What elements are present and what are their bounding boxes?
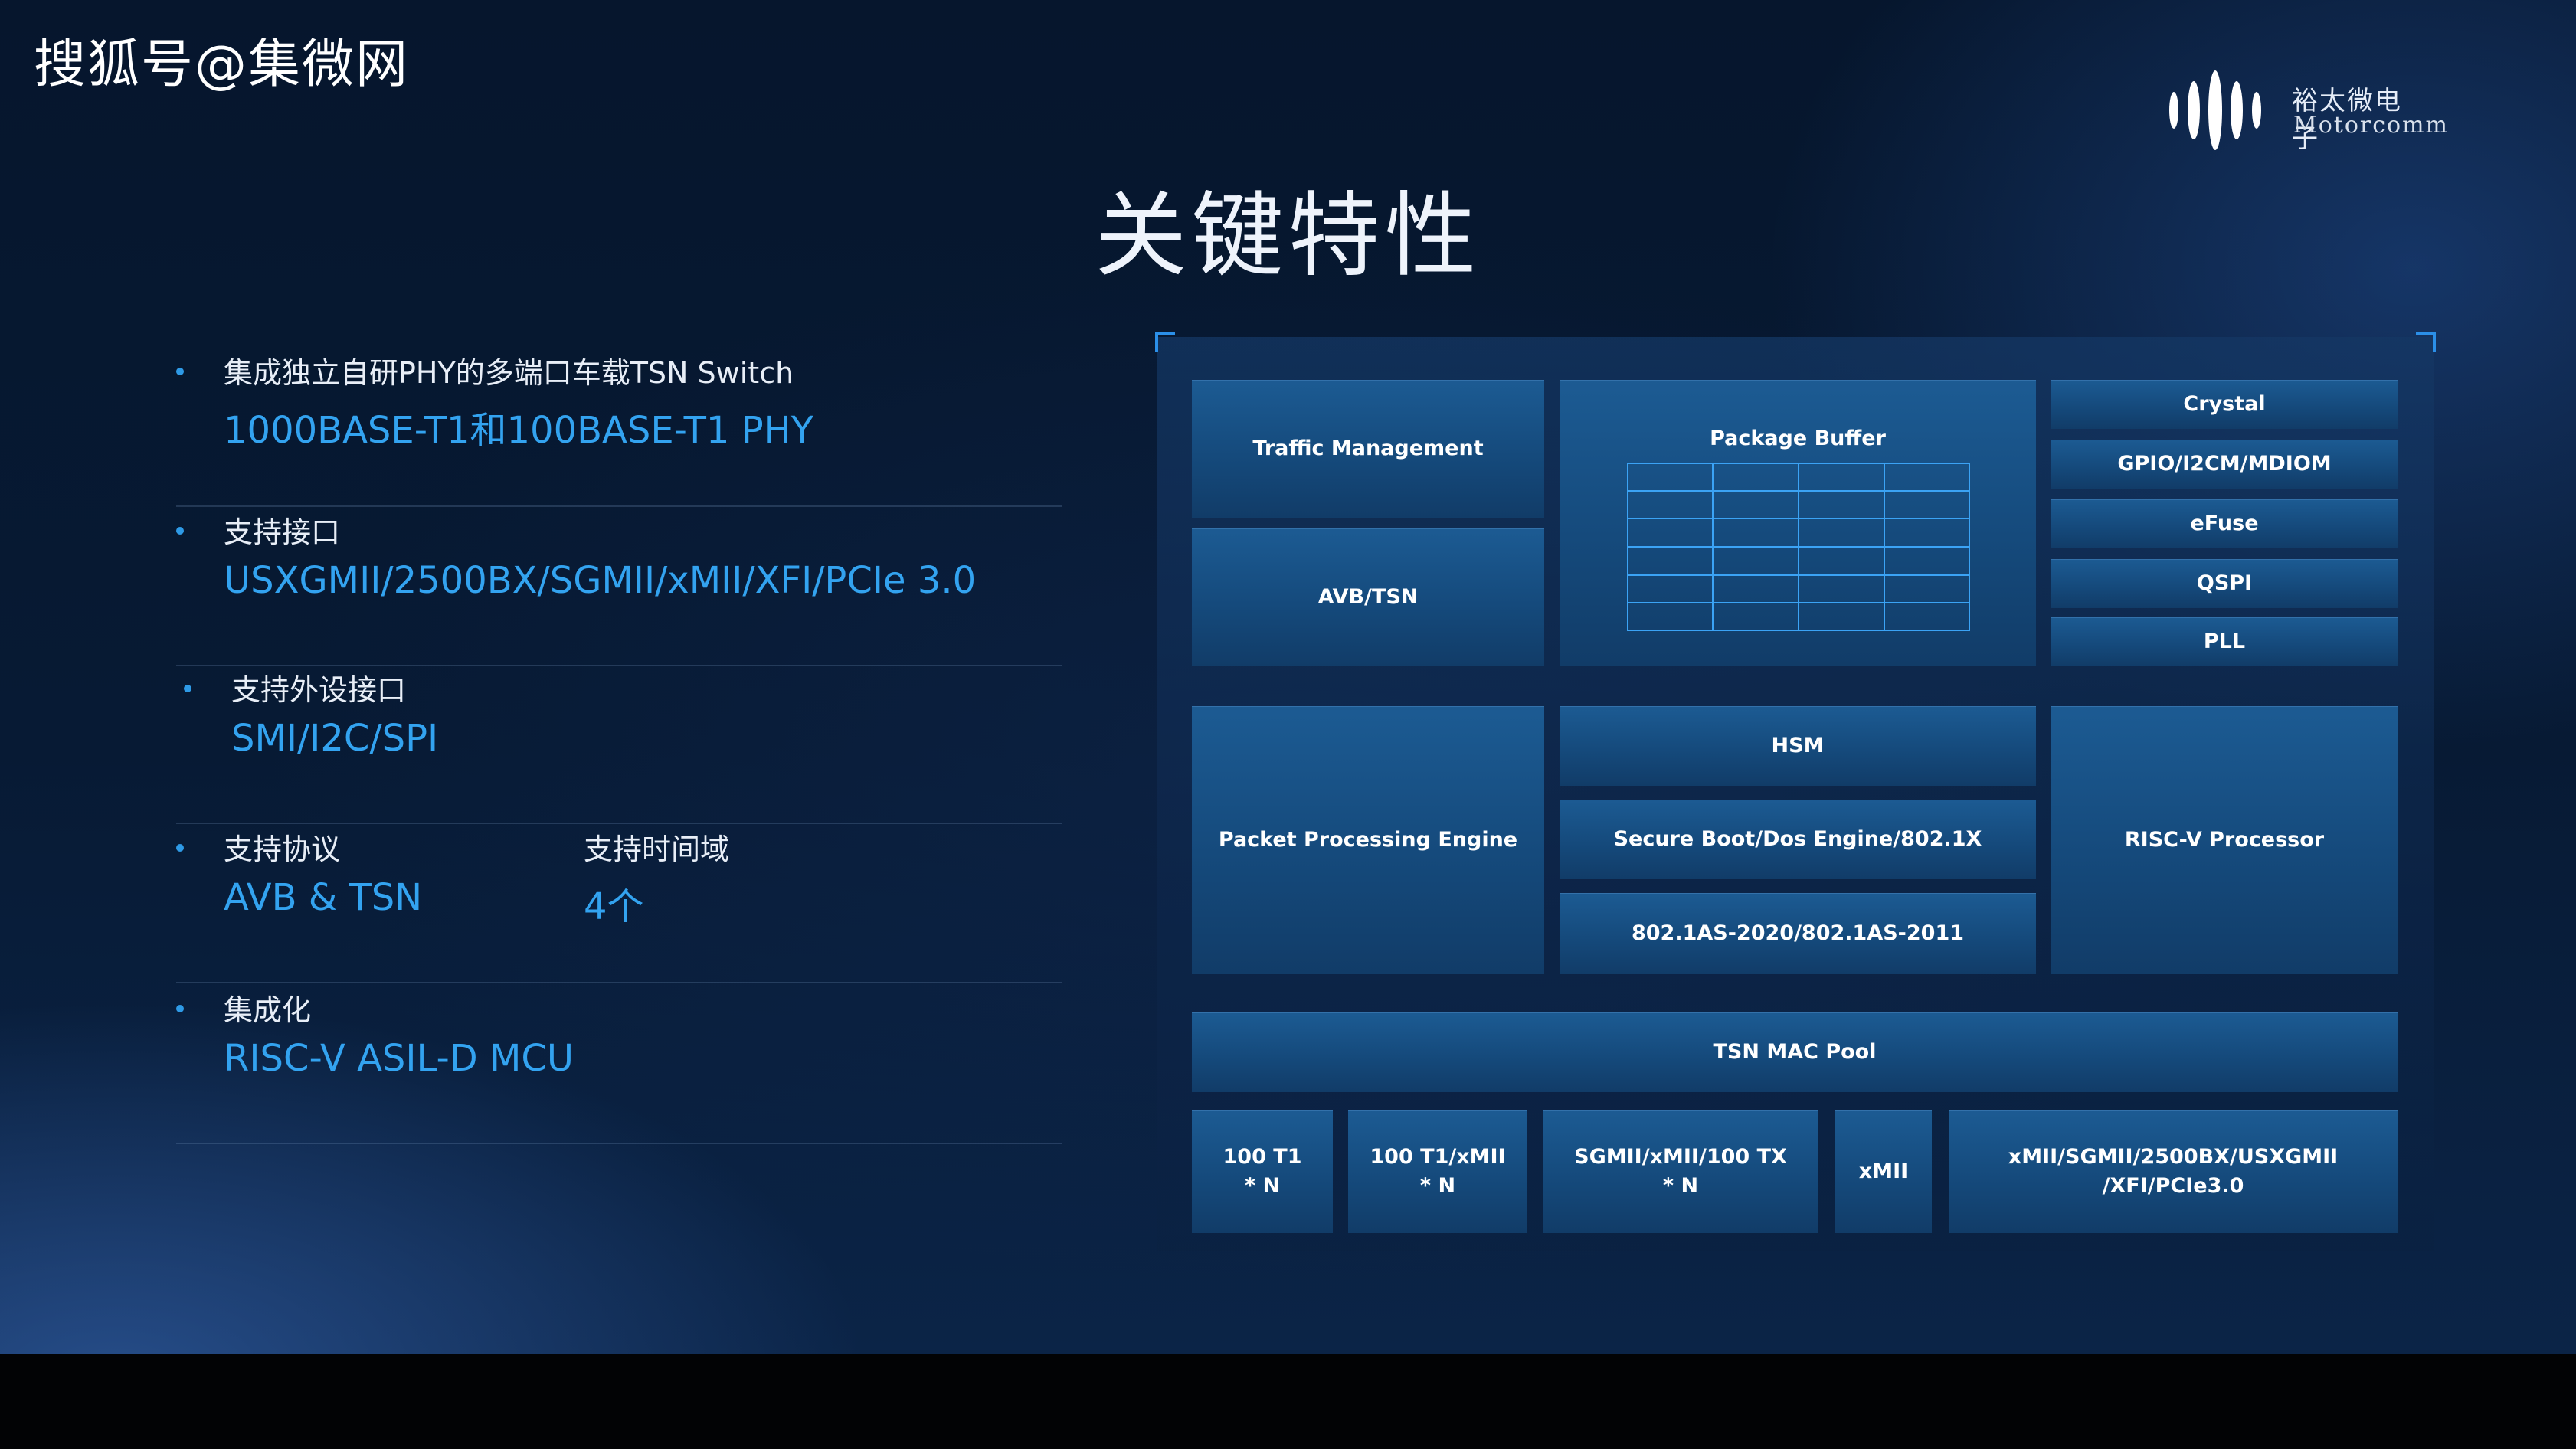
slide-background: 搜狐号@集微网 裕太微电子 Motorcomm 关键特性 集成独立自研PHY的多… — [0, 0, 2576, 1354]
logo-name-en: Motorcomm — [2293, 112, 2449, 139]
feature-value: SMI/I2C/SPI — [231, 717, 439, 760]
bullet-icon — [176, 368, 184, 375]
port-xmii: xMII — [1835, 1110, 1932, 1233]
package-buffer-label: Package Buffer — [1710, 427, 1886, 450]
block-secure-boot: Secure Boot/Dos Engine/802.1X — [1560, 800, 2036, 879]
bullet-icon — [176, 844, 184, 852]
logo-bars-icon — [2169, 70, 2261, 150]
feature-label: 支持接口 — [224, 515, 341, 549]
port-100t1-xmii: 100 T1/xMII * N — [1348, 1110, 1527, 1233]
feature-item: 集成独立自研PHY的多端口车载TSN Switch 1000BASE-T1和10… — [176, 346, 1062, 507]
block-avb-tsn: AVB/TSN — [1192, 528, 1544, 666]
port-usxgmii: xMII/SGMII/2500BX/USXGMII /XFI/PCIe3.0 — [1949, 1110, 2398, 1233]
block-qspi: QSPI — [2051, 559, 2398, 608]
feature-item: 支持协议 AVB & TSN 支持时间域 4个 — [176, 823, 1062, 983]
block-802-1as: 802.1AS-2020/802.1AS-2011 — [1560, 893, 2036, 974]
feature-value-secondary: 4个 — [584, 885, 644, 928]
feature-value: AVB & TSN — [224, 876, 423, 919]
feature-label: 支持协议 — [224, 832, 341, 866]
block-efuse: eFuse — [2051, 499, 2398, 548]
block-tsn-mac-pool: TSN MAC Pool — [1192, 1012, 2398, 1092]
corner-bracket-icon — [1155, 332, 1175, 352]
block-diagram: Traffic Management AVB/TSN Package Buffe… — [1155, 332, 2436, 1251]
block-pll: PLL — [2051, 617, 2398, 666]
buffer-grid-icon — [1627, 463, 1970, 631]
feature-value: 1000BASE-T1和100BASE-T1 PHY — [224, 409, 814, 452]
bottom-band — [0, 1354, 2576, 1449]
feature-item: 集成化 RISC-V ASIL-D MCU — [176, 983, 1062, 1144]
motorcomm-logo: 裕太微电子 Motorcomm — [2166, 63, 2447, 158]
block-crystal: Crystal — [2051, 380, 2398, 429]
feature-value: USXGMII/2500BX/SGMII/xMII/XFI/PCIe 3.0 — [224, 559, 977, 602]
block-packet-processing-engine: Packet Processing Engine — [1192, 706, 1544, 974]
bullet-icon — [176, 527, 184, 535]
feature-label: 集成化 — [224, 993, 312, 1027]
feature-item: 支持接口 USXGMII/2500BX/SGMII/xMII/XFI/PCIe … — [176, 505, 1062, 666]
page-title: 关键特性 — [1095, 183, 1481, 289]
feature-label: 集成独立自研PHY的多端口车载TSN Switch — [224, 356, 794, 390]
block-risc-v-processor: RISC-V Processor — [2051, 706, 2398, 974]
corner-bracket-icon — [2416, 332, 2436, 352]
bullet-icon — [184, 685, 191, 692]
block-gpio: GPIO/I2CM/MDIOM — [2051, 440, 2398, 489]
block-hsm: HSM — [1560, 706, 2036, 786]
feature-item: 支持外设接口 SMI/I2C/SPI — [176, 663, 1062, 824]
feature-value: RISC-V ASIL-D MCU — [224, 1037, 574, 1080]
feature-label-secondary: 支持时间域 — [584, 832, 730, 866]
block-package-buffer: Package Buffer — [1560, 380, 2036, 666]
watermark-text: 搜狐号@集微网 — [34, 34, 410, 95]
block-traffic-management: Traffic Management — [1192, 380, 1544, 518]
port-sgmii-xmii-100tx: SGMII/xMII/100 TX * N — [1543, 1110, 1818, 1233]
port-100t1: 100 T1 * N — [1192, 1110, 1333, 1233]
bullet-icon — [176, 1005, 184, 1012]
feature-label: 支持外设接口 — [231, 673, 407, 707]
